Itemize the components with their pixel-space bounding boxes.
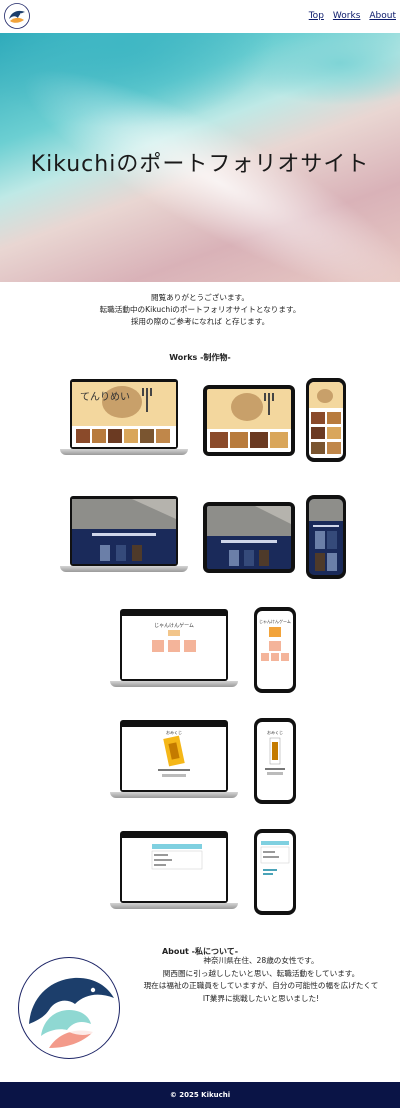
- laptop-base: [110, 792, 238, 798]
- laptop-base: [110, 903, 238, 909]
- intro-line: 転職活動中のKikuchiのポートフォリオサイトとなります。: [99, 305, 301, 314]
- intro-text: 閲覧ありがとうございます。 転職活動中のKikuchiのポートフォリオサイトとな…: [0, 292, 400, 328]
- site-header: Top Works About: [0, 0, 400, 33]
- site-footer: © 2025 Kikuchi: [0, 1082, 400, 1108]
- hero-image: Kikuchiのポートフォリオサイト: [0, 33, 400, 282]
- work-item-dark-site[interactable]: [58, 494, 348, 580]
- work-item-food-site[interactable]: てんりめい: [58, 377, 348, 463]
- laptop-base: [110, 681, 238, 687]
- main-nav: Top Works About: [309, 11, 396, 21]
- dolphin-logo-icon[interactable]: [4, 3, 30, 29]
- laptop-mockup: おみくじ: [120, 720, 228, 792]
- about-line: 関西圏に引っ越ししたいと思い、転職活動をしています。: [162, 968, 360, 978]
- nav-link-works[interactable]: Works: [333, 11, 360, 21]
- about-text: 神奈川県在住、28歳の女性です。 関西圏に引っ越ししたいと思い、転職活動をしてい…: [130, 955, 392, 1005]
- phone-mockup: じゃんけんゲーム: [254, 607, 296, 693]
- intro-line: 閲覧ありがとうございます。: [151, 293, 249, 302]
- nav-link-top[interactable]: Top: [309, 11, 324, 21]
- laptop-mockup: [70, 496, 178, 566]
- phone-mockup: [306, 378, 346, 462]
- tablet-mockup: [203, 502, 295, 573]
- about-line: 神奈川県在住、28歳の女性です。: [203, 956, 319, 965]
- svg-text:じゃんけんゲーム: じゃんけんゲーム: [154, 622, 194, 629]
- works-section-title: Works -制作物-: [169, 353, 231, 362]
- svg-text:おみくじ: おみくじ: [166, 729, 182, 735]
- svg-text:おみくじ: おみくじ: [267, 729, 283, 735]
- svg-text:じゃんけんゲーム: じゃんけんゲーム: [259, 618, 291, 624]
- intro-line: 採用の際のご参考になれば と存じます。: [130, 317, 270, 326]
- nav-link-about[interactable]: About: [369, 11, 396, 21]
- work-item-omikuji[interactable]: おみくじ おみくじ: [108, 718, 298, 804]
- laptop-base: [60, 566, 188, 572]
- about-line: 現在は福祉の正職員をしていますが、自分の可能性の幅を広げたくて: [143, 981, 379, 990]
- laptop-mockup: てんりめい: [70, 379, 178, 449]
- work-item-form-app[interactable]: [108, 829, 298, 915]
- svg-text:てんりめい: てんりめい: [80, 391, 130, 403]
- phone-mockup: おみくじ: [254, 718, 296, 804]
- phone-mockup: [254, 829, 296, 915]
- dolphin-avatar-icon: [18, 957, 120, 1059]
- copyright-text: © 2025 Kikuchi: [169, 1091, 231, 1099]
- laptop-mockup: じゃんけんゲーム: [120, 609, 228, 681]
- laptop-base: [60, 449, 188, 455]
- tablet-mockup: [203, 385, 295, 456]
- work-item-janken-game[interactable]: じゃんけんゲーム じゃんけんゲーム: [108, 607, 298, 693]
- laptop-mockup: [120, 831, 228, 903]
- hero-title: Kikuchiのポートフォリオサイト: [30, 152, 370, 177]
- about-line: IT業界に挑戦したいと思いました!: [202, 993, 320, 1003]
- phone-mockup: [306, 495, 346, 579]
